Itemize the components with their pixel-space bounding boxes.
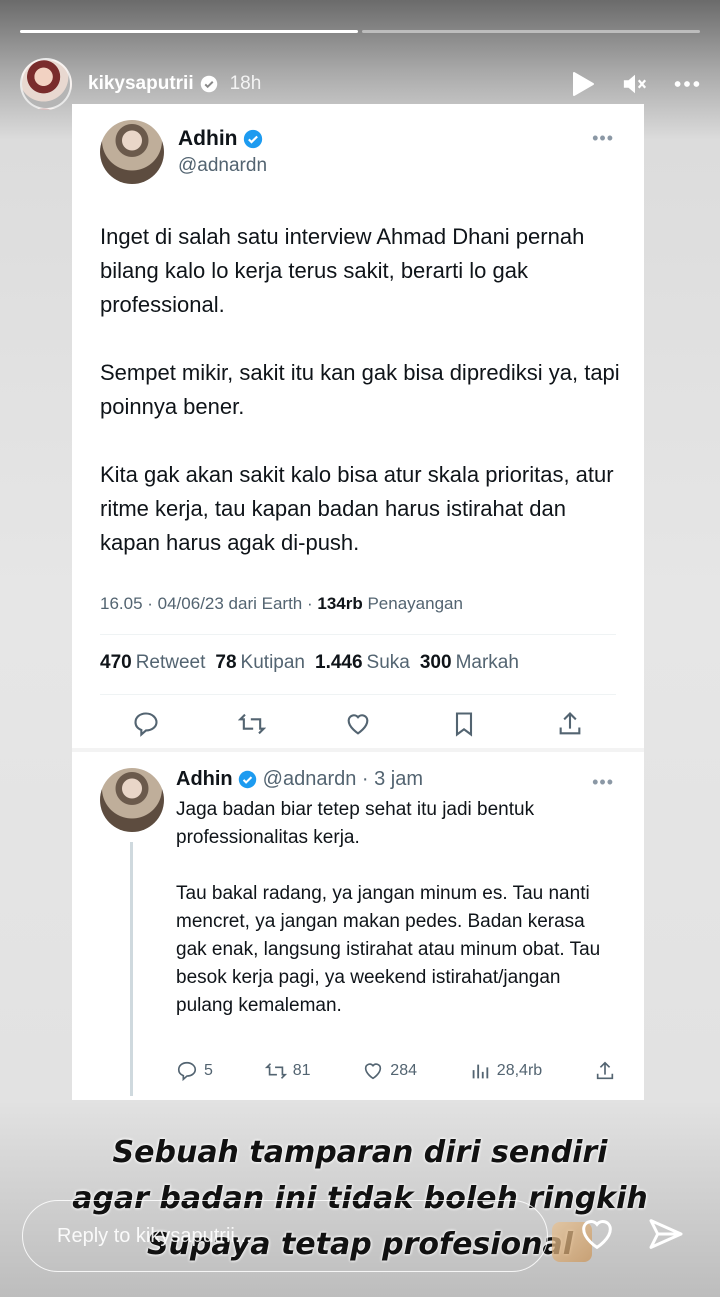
divider: [100, 634, 616, 635]
reply-text: Jaga badan biar tetep sehat itu jadi ben…: [176, 796, 616, 1048]
tweet-author-handle: @adnardn: [178, 155, 268, 176]
retweet-icon: [238, 713, 266, 735]
tweet-author: Adhin @adnardn: [100, 120, 267, 184]
tweet-paragraph: Sempet mikir, sakit itu kan gak bisa dip…: [100, 360, 620, 419]
more-icon[interactable]: [674, 71, 700, 97]
quote-count: 78: [215, 652, 237, 673]
verified-icon: [200, 75, 217, 93]
tweet-paragraph: Kita gak akan sakit kalo bisa atur skala…: [100, 462, 614, 555]
reply-icon: [177, 1061, 197, 1082]
reply-count: 5: [204, 1062, 213, 1079]
reply-author: [100, 768, 164, 832]
story-time: 18h: [229, 73, 262, 94]
heart-icon: [347, 714, 369, 735]
tweet-text: Inget di salah satu interview Ahmad Dhan…: [100, 220, 620, 594]
tweet-views-label: Penayangan: [362, 594, 463, 613]
quote-label: Kutipan: [240, 652, 305, 673]
retweet-icon: [264, 1063, 287, 1079]
retweet-count: 470: [100, 652, 132, 673]
progress-segment: [362, 30, 700, 33]
like-count: 1.446: [315, 652, 363, 673]
verified-icon: [244, 129, 263, 149]
views-icon: [472, 1064, 489, 1079]
reply-handle-time: @adnardn · 3 jam: [262, 768, 424, 790]
reply-paragraph: Jaga badan biar tetep sehat itu jadi ben…: [176, 799, 535, 848]
bookmark-label: Markah: [455, 652, 519, 673]
tweet-paragraph: Inget di salah satu interview Ahmad Dhan…: [100, 224, 585, 317]
tweet-author-name: Adhin: [178, 127, 238, 150]
tweet-actions: [132, 710, 584, 738]
reply-actions: 5 81 284 28,4rb: [176, 1060, 616, 1082]
send-icon[interactable]: [646, 1214, 686, 1254]
caption-line: Sebuah tamparan diri sendiri: [112, 1135, 608, 1170]
thread-line: [130, 842, 133, 1096]
reply-icon: [134, 712, 158, 737]
more-icon: •••: [592, 128, 614, 148]
story-header: kikysaputrii 18h: [20, 58, 700, 110]
story-progress: [20, 30, 700, 34]
story-username[interactable]: kikysaputrii: [88, 73, 194, 95]
reply-name-row: Adhin @adnardn · 3 jam: [176, 768, 423, 791]
heart-icon: [365, 1063, 382, 1080]
bookmark-icon: [455, 712, 473, 737]
play-icon[interactable]: [570, 71, 596, 97]
like-label: Suka: [366, 652, 410, 673]
tweet-views-count: 134rb: [317, 594, 363, 613]
more-icon: •••: [592, 772, 614, 792]
retweet-count: 81: [292, 1062, 311, 1079]
tweet-screenshot: Adhin @adnardn ••• Inget di salah satu i…: [72, 104, 644, 1100]
divider: [100, 694, 616, 695]
divider: [72, 748, 644, 752]
story-avatar[interactable]: [20, 58, 72, 110]
verified-icon: [238, 770, 256, 789]
reply-input[interactable]: [57, 1224, 547, 1248]
heart-icon[interactable]: [577, 1214, 617, 1254]
mute-icon[interactable]: [622, 71, 648, 97]
like-count: 284: [390, 1062, 417, 1079]
tweet-stats: 470 Retweet 78 Kutipan 1.446 Suka 300 Markah: [100, 652, 519, 674]
retweet-label: Retweet: [135, 652, 206, 673]
tweet-avatar: [100, 120, 164, 184]
bookmark-count: 300: [419, 652, 452, 673]
tweet-meta: 16.05 · 04/06/23 dari Earth · 134rb Pena…: [100, 594, 463, 614]
progress-segment: [20, 30, 358, 33]
story-reply-bar[interactable]: [22, 1200, 548, 1272]
tweet-timestamp: 16.05 · 04/06/23 dari Earth ·: [100, 594, 318, 613]
views-count: 28,4rb: [496, 1062, 543, 1079]
share-icon: [559, 712, 581, 735]
share-icon: [596, 1061, 614, 1080]
reply-paragraph: Tau bakal radang, ya jangan minum es. Ta…: [176, 883, 601, 1016]
reply-avatar: [100, 768, 164, 832]
reply-author-name: Adhin: [176, 768, 233, 790]
